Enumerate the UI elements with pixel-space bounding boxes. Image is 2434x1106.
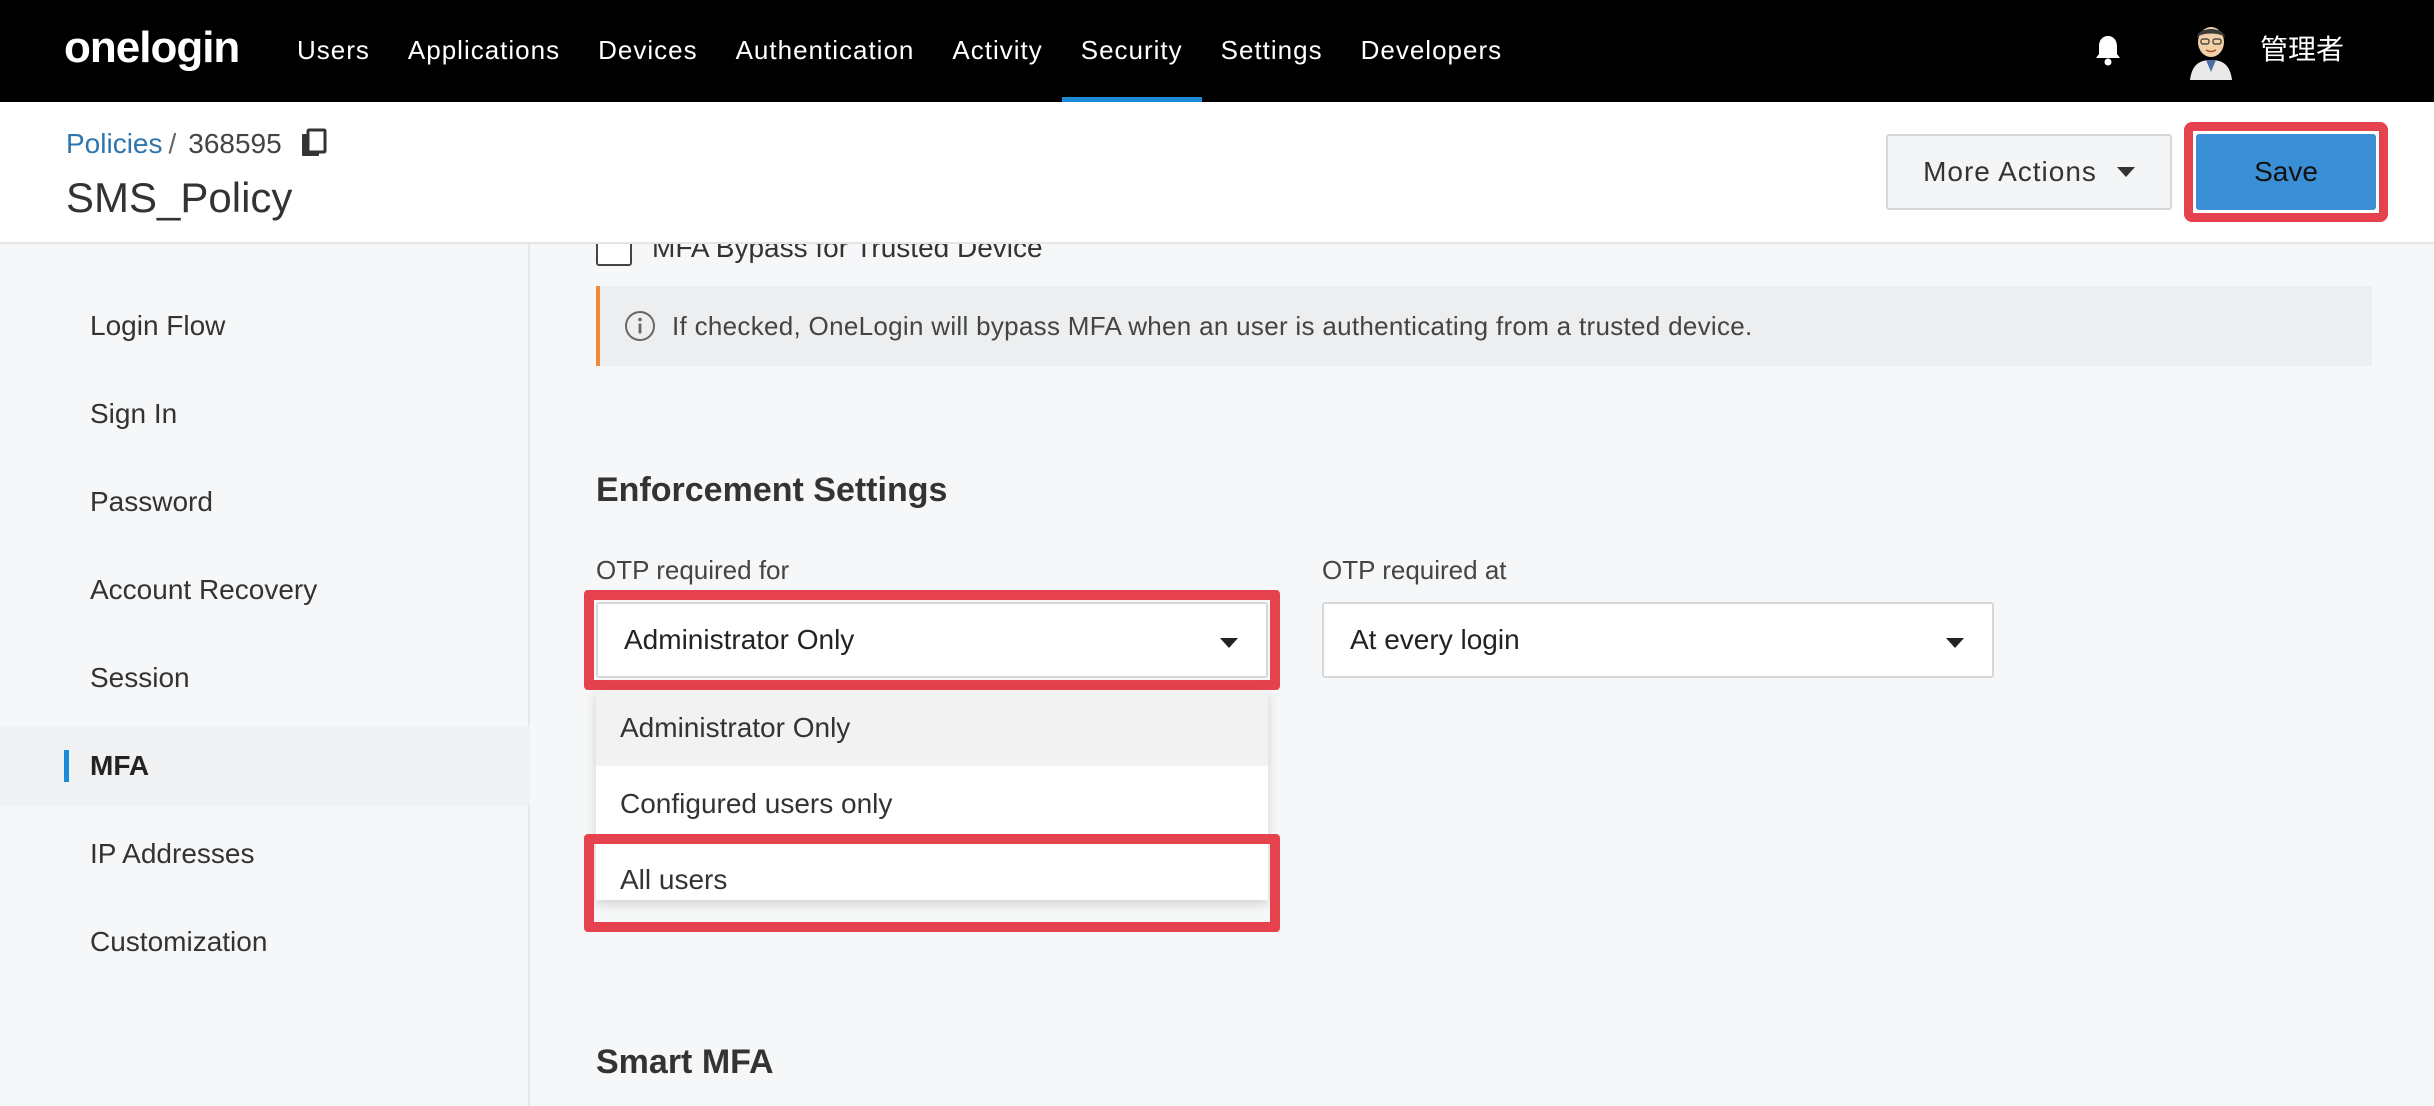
otp-required-for-select[interactable]: Administrator Only [596, 602, 1268, 678]
nav-developers[interactable]: Developers [1342, 0, 1522, 102]
info-callout: If checked, OneLogin will bypass MFA whe… [596, 286, 2372, 366]
top-navigation-bar: onelogin Users Applications Devices Auth… [0, 0, 2434, 102]
sidebar-item-ip-addresses[interactable]: IP Addresses [0, 814, 530, 894]
nav-applications[interactable]: Applications [389, 0, 579, 102]
policy-sidebar: Login Flow Sign In Password Account Reco… [0, 244, 530, 1106]
enforcement-settings-title: Enforcement Settings [596, 471, 948, 509]
mfa-settings-panel: MFA Bypass for Trusted Device If checked… [532, 244, 2434, 1106]
breadcrumb-policies-link[interactable]: Policies [66, 124, 162, 164]
main-nav: Users Applications Devices Authenticatio… [278, 0, 1521, 102]
save-button[interactable]: Save [2196, 134, 2376, 210]
info-text: If checked, OneLogin will bypass MFA whe… [672, 310, 1753, 341]
nav-devices[interactable]: Devices [579, 0, 716, 102]
username[interactable]: 管理者 [2260, 30, 2344, 70]
nav-security[interactable]: Security [1061, 0, 1202, 102]
copy-icon[interactable] [300, 128, 328, 160]
sidebar-item-customization[interactable]: Customization [0, 902, 530, 982]
otp-required-at-value: At every login [1350, 624, 1520, 655]
page-title: SMS_Policy [66, 174, 293, 221]
page-header: Policies / 368595 SMS_Policy More Action… [0, 102, 2434, 244]
info-icon [625, 311, 655, 341]
option-administrator-only[interactable]: Administrator Only [596, 690, 1268, 766]
chevron-down-icon [1946, 638, 1964, 648]
breadcrumb: Policies / 368595 [66, 124, 328, 164]
breadcrumb-separator: / [168, 128, 177, 159]
mfa-bypass-label[interactable]: MFA Bypass for Trusted Device [652, 244, 1043, 266]
policy-id: 368595 [188, 128, 282, 159]
otp-required-at-select[interactable]: At every login [1322, 602, 1994, 678]
sidebar-item-account-recovery[interactable]: Account Recovery [0, 550, 530, 630]
chevron-down-icon [2116, 167, 2135, 177]
mfa-bypass-checkbox[interactable] [596, 244, 632, 266]
chevron-down-icon [1220, 638, 1238, 648]
avatar[interactable] [2180, 18, 2242, 80]
option-all-users[interactable]: All users [596, 842, 1268, 918]
sidebar-item-login-flow[interactable]: Login Flow [0, 286, 530, 366]
sidebar-item-mfa[interactable]: MFA [0, 726, 530, 806]
nav-authentication[interactable]: Authentication [717, 0, 934, 102]
nav-activity[interactable]: Activity [933, 0, 1061, 102]
sidebar-item-sign-in[interactable]: Sign In [0, 374, 530, 454]
more-actions-label: More Actions [1923, 156, 2097, 187]
onelogin-logo[interactable]: onelogin [64, 20, 240, 76]
option-configured-users-only[interactable]: Configured users only [596, 766, 1268, 842]
otp-required-for-dropdown: Administrator Only Configured users only… [596, 690, 1268, 900]
bell-icon[interactable] [2094, 34, 2122, 66]
smart-mfa-title: Smart MFA [596, 1043, 774, 1081]
otp-required-for-value: Administrator Only [624, 624, 855, 655]
mfa-bypass-row: MFA Bypass for Trusted Device [596, 244, 1043, 266]
nav-users[interactable]: Users [278, 0, 389, 102]
sidebar-item-session[interactable]: Session [0, 638, 530, 718]
nav-settings[interactable]: Settings [1202, 0, 1342, 102]
more-actions-button[interactable]: More Actions [1886, 134, 2172, 210]
otp-required-at-label: OTP required at [1322, 555, 1507, 585]
sidebar-item-password[interactable]: Password [0, 462, 530, 542]
otp-required-for-label: OTP required for [596, 555, 790, 585]
